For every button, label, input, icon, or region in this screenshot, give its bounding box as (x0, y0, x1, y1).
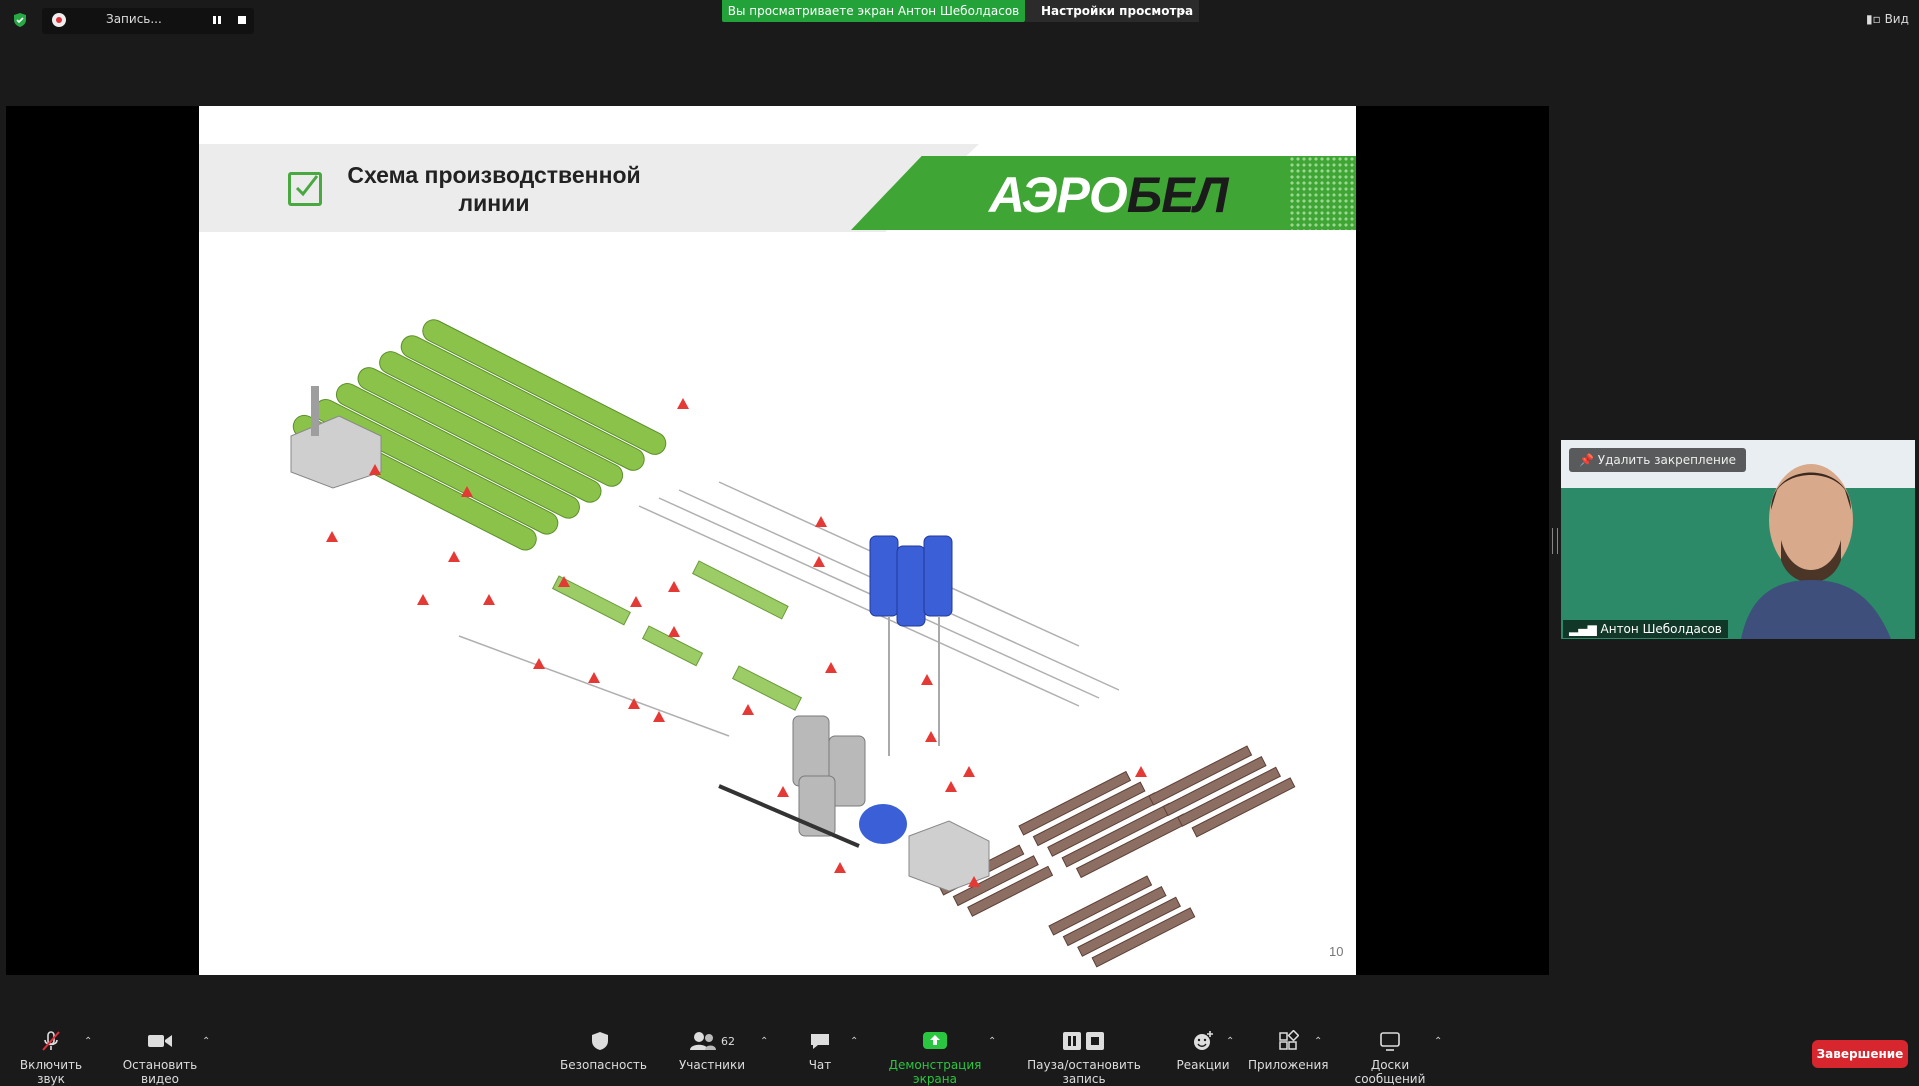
recording-label: Запись... (106, 12, 162, 26)
chevron-down-icon: ⌄ (1178, 5, 1187, 16)
stop-recording-button[interactable] (238, 16, 246, 24)
participants-count: 62 (721, 1034, 735, 1048)
view-button-label: Вид (1884, 12, 1909, 26)
grey-tanks (792, 715, 866, 837)
share-screen-button[interactable]: Демонстрация экрана (872, 1030, 998, 1086)
security-button[interactable]: Безопасность (560, 1030, 647, 1072)
pause-stop-icon (1063, 1032, 1104, 1050)
share-options-caret[interactable]: ⌃ (988, 1036, 996, 1047)
chat-label: Чат (808, 1058, 832, 1072)
chat-button[interactable]: Чат (800, 1030, 840, 1072)
participants-icon (690, 1032, 716, 1050)
security-label: Безопасность (560, 1058, 647, 1072)
panel-resize-handle[interactable] (1552, 528, 1558, 554)
recording-dot-icon (52, 13, 66, 27)
slide-page-number: 10 (1329, 944, 1344, 959)
share-screen-label: Демонстрация экрана (888, 1058, 982, 1086)
chat-options-caret[interactable]: ⌃ (850, 1036, 858, 1047)
view-options-dropdown[interactable]: Настройки просмотра ⌄ (1025, 0, 1199, 22)
shield-icon (592, 1032, 608, 1050)
participants-options-caret[interactable]: ⌃ (760, 1036, 768, 1047)
smiley-icon (1194, 1031, 1213, 1050)
unmute-button[interactable]: Включить звук (6, 1030, 96, 1086)
whiteboards-button[interactable]: Доски сообщений (1336, 1030, 1444, 1086)
participant-avatar (1741, 464, 1891, 639)
microphone-muted-icon (42, 1031, 60, 1051)
view-layout-icon: ▮▫ (1866, 12, 1881, 26)
whiteboards-label: Доски сообщений (1354, 1058, 1426, 1086)
end-meeting-button[interactable]: Завершение (1812, 1040, 1908, 1068)
share-screen-icon (923, 1032, 947, 1049)
stop-video-button[interactable]: Остановить видео (104, 1030, 216, 1086)
chat-bubble-icon (811, 1034, 829, 1049)
unpin-button[interactable]: 📌 Удалить закрепление (1569, 448, 1746, 472)
production-line-diagram (290, 319, 1296, 968)
apps-label: Приложения (1248, 1058, 1329, 1072)
participant-name-tag: ▂▄▆ Антон Шеболдасов (1563, 620, 1728, 638)
unmute-label: Включить звук (19, 1058, 83, 1086)
apps-icon (1279, 1030, 1299, 1050)
participants-button[interactable]: 62 Участники (672, 1030, 752, 1072)
mold-carts (938, 745, 1296, 968)
unpin-label: Удалить закрепление (1597, 453, 1736, 467)
participant-video-tile[interactable]: 📌 Удалить закрепление ▂▄▆ Антон Шеболдас… (1561, 440, 1915, 639)
participants-label: Участники (678, 1058, 746, 1072)
whiteboards-options-caret[interactable]: ⌃ (1434, 1036, 1442, 1047)
presentation-slide: Схема производственной линии АЭРОБЕЛ 10 (199, 106, 1356, 975)
view-button[interactable]: ▮▫ Вид (1866, 12, 1909, 26)
signal-icon: ▂▄▆ (1569, 622, 1597, 636)
participant-name: Антон Шеболдасов (1600, 622, 1722, 636)
security-shield-icon[interactable] (12, 12, 28, 28)
blue-silos (869, 535, 953, 627)
pause-stop-record-label: Пауза/остановить запись (1027, 1058, 1141, 1086)
pause-recording-button[interactable] (211, 13, 223, 27)
whiteboard-icon (1380, 1032, 1400, 1051)
pin-icon: 📌 (1579, 453, 1594, 467)
pause-stop-record-button[interactable]: Пауза/остановить запись (1010, 1030, 1158, 1086)
reactions-options-caret[interactable]: ⌃ (1226, 1036, 1234, 1047)
apps-options-caret[interactable]: ⌃ (1314, 1036, 1322, 1047)
reactions-button[interactable]: Реакции (1176, 1030, 1230, 1072)
view-options-label: Настройки просмотра (1041, 4, 1194, 18)
stop-video-label: Остановить видео (122, 1058, 198, 1086)
video-options-caret[interactable]: ⌃ (202, 1036, 210, 1047)
video-camera-icon (148, 1035, 172, 1047)
reactions-label: Реакции (1176, 1058, 1230, 1072)
audio-options-caret[interactable]: ⌃ (84, 1036, 92, 1047)
viewing-screen-banner: Вы просматриваете экран Антон Шеболдасов (722, 0, 1025, 22)
